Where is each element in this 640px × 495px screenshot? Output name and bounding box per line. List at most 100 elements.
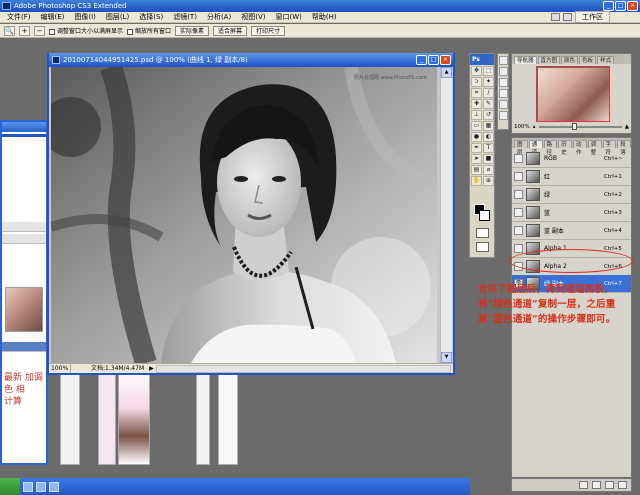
background-window-strip-4[interactable] <box>118 370 150 465</box>
channel-row-blue-copy[interactable]: 蓝 副本 Ctrl+4 <box>512 222 631 240</box>
background-window-strip-5[interactable] <box>196 370 210 465</box>
tab-adjustments[interactable]: 调整 <box>587 140 602 156</box>
zoom-in-large-icon[interactable]: ▲ <box>625 124 629 130</box>
navigator-thumbnail[interactable] <box>536 66 610 122</box>
menu-view[interactable]: 视图(V) <box>236 12 270 22</box>
gradient-tool-icon[interactable]: ▦ <box>483 121 494 131</box>
channel-row-rgb[interactable]: RGB Ctrl+~ <box>512 150 631 168</box>
start-button[interactable] <box>0 478 20 495</box>
channel-row-green[interactable]: 绿 Ctrl+2 <box>512 186 631 204</box>
menu-image[interactable]: 图像(I) <box>69 12 101 22</box>
tab-layers[interactable]: 图层 <box>514 140 528 156</box>
background-window-titlebar[interactable] <box>2 122 46 132</box>
menu-filter[interactable]: 滤镜(T) <box>168 12 202 22</box>
quicklaunch-icon[interactable] <box>23 481 33 492</box>
document-titlebar[interactable]: 20100714044951425.psd @ 100% (曲线 1, 绿 副本… <box>49 53 453 67</box>
zoom-level[interactable]: 100% <box>49 364 71 373</box>
pen-tool-icon[interactable]: ✒ <box>471 143 482 153</box>
shape-tool-icon[interactable]: ■ <box>483 154 494 164</box>
quicklaunch-icon[interactable] <box>36 481 46 492</box>
visibility-toggle[interactable] <box>514 154 523 163</box>
tab-channels[interactable]: 通道 <box>528 140 543 156</box>
fit-window-option[interactable]: 调整窗口大小以满屏显示 <box>49 26 123 35</box>
type-tool-icon[interactable]: T <box>483 143 494 153</box>
quick-mask-icon[interactable] <box>476 228 489 238</box>
background-document-window[interactable]: 最新 加调 色 相 计算 <box>0 120 48 465</box>
doc-maximize-button[interactable]: □ <box>428 55 439 65</box>
bridge-icon[interactable] <box>563 13 572 21</box>
menu-analysis[interactable]: 分析(A) <box>202 12 236 22</box>
screen-mode-icon[interactable] <box>551 13 560 21</box>
menu-help[interactable]: 帮助(H) <box>307 12 342 22</box>
navigator-view-box[interactable] <box>537 67 610 122</box>
maximize-button[interactable]: □ <box>615 1 626 11</box>
tab-paths[interactable]: 路径 <box>543 140 558 156</box>
menu-layer[interactable]: 图层(L) <box>101 12 134 22</box>
panel-icon[interactable] <box>499 100 508 109</box>
delete-channel-icon[interactable] <box>618 481 627 489</box>
hand-tool-icon[interactable]: ✋ <box>471 176 482 186</box>
doc-close-button[interactable]: × <box>440 55 451 65</box>
tab-color[interactable]: 颜色 <box>561 56 579 64</box>
visibility-toggle[interactable] <box>514 190 523 199</box>
background-layer-row[interactable] <box>2 222 46 232</box>
canvas-photo[interactable]: 照片处理网 www.PhotoPS.com <box>51 67 437 363</box>
background-layer-row[interactable] <box>2 234 46 244</box>
tab-swatches[interactable]: 色板 <box>579 56 597 64</box>
channel-row-blue[interactable]: 蓝 Ctrl+3 <box>512 204 631 222</box>
panel-icon[interactable] <box>499 56 508 65</box>
crop-tool-icon[interactable]: ⌗ <box>471 88 482 98</box>
scroll-down-icon[interactable]: ▼ <box>441 352 452 363</box>
slice-tool-icon[interactable]: / <box>483 88 494 98</box>
zoom-all-checkbox[interactable] <box>127 28 134 35</box>
status-menu-arrow-icon[interactable]: ▶ <box>149 364 154 373</box>
visibility-toggle[interactable] <box>514 226 523 235</box>
eraser-tool-icon[interactable]: ▭ <box>471 121 482 131</box>
healing-tool-icon[interactable]: ✚ <box>471 99 482 109</box>
lasso-tool-icon[interactable]: ↄ <box>471 77 482 87</box>
background-window-strip-6[interactable] <box>218 370 238 465</box>
visibility-toggle[interactable] <box>514 208 523 217</box>
horizontal-scrollbar[interactable] <box>155 364 451 373</box>
document-window[interactable]: 20100714044951425.psd @ 100% (曲线 1, 绿 副本… <box>47 53 455 375</box>
load-selection-icon[interactable] <box>579 481 588 489</box>
panel-icon[interactable] <box>499 67 508 76</box>
actual-pixels-button[interactable]: 实际像素 <box>175 25 210 36</box>
quicklaunch-icon[interactable] <box>49 481 59 492</box>
workspace-button[interactable]: 工作区 <box>575 11 610 23</box>
menu-edit[interactable]: 编辑(E) <box>36 12 70 22</box>
background-window-strip-2[interactable] <box>60 370 80 465</box>
move-tool-icon[interactable]: ✥ <box>471 66 482 76</box>
eyedropper-tool-icon[interactable]: ⌀ <box>483 165 494 175</box>
zoom-in-icon[interactable]: + <box>19 25 30 36</box>
save-selection-icon[interactable] <box>592 481 601 489</box>
print-size-button[interactable]: 打印尺寸 <box>251 25 286 36</box>
panel-icon[interactable] <box>499 111 508 120</box>
background-color-swatch[interactable] <box>479 210 490 221</box>
navigator-zoom-value[interactable]: 100% <box>514 124 530 130</box>
panel-icon[interactable] <box>499 78 508 87</box>
tab-paragraph[interactable]: 段落 <box>617 140 631 156</box>
marquee-tool-icon[interactable]: ⬚ <box>483 66 494 76</box>
tab-histogram[interactable]: 直方图 <box>537 56 561 64</box>
visibility-toggle[interactable] <box>514 172 523 181</box>
background-layer-row[interactable] <box>2 342 46 352</box>
zoom-slider-knob[interactable] <box>571 122 577 130</box>
vertical-scrollbar[interactable]: ▲ ▼ <box>440 67 452 363</box>
zoom-out-small-icon[interactable]: ▴ <box>533 124 536 130</box>
tab-history[interactable]: 历史 <box>558 140 572 156</box>
screen-mode-toggle-icon[interactable] <box>476 242 489 252</box>
menu-window[interactable]: 窗口(W) <box>270 12 306 22</box>
background-window-strip-3[interactable] <box>98 370 116 465</box>
zoom-out-icon[interactable]: − <box>34 25 45 36</box>
minimize-button[interactable]: _ <box>603 1 614 11</box>
tab-styles[interactable]: 样式 <box>597 56 615 64</box>
channel-row-red[interactable]: 红 Ctrl+1 <box>512 168 631 186</box>
scroll-up-icon[interactable]: ▲ <box>441 67 452 78</box>
path-select-tool-icon[interactable]: ➤ <box>471 154 482 164</box>
notes-tool-icon[interactable]: ▤ <box>471 165 482 175</box>
dodge-tool-icon[interactable]: ◐ <box>483 132 494 142</box>
magic-wand-tool-icon[interactable]: ✦ <box>483 77 494 87</box>
tab-character[interactable]: 字符 <box>602 140 617 156</box>
visibility-toggle[interactable] <box>514 244 523 253</box>
